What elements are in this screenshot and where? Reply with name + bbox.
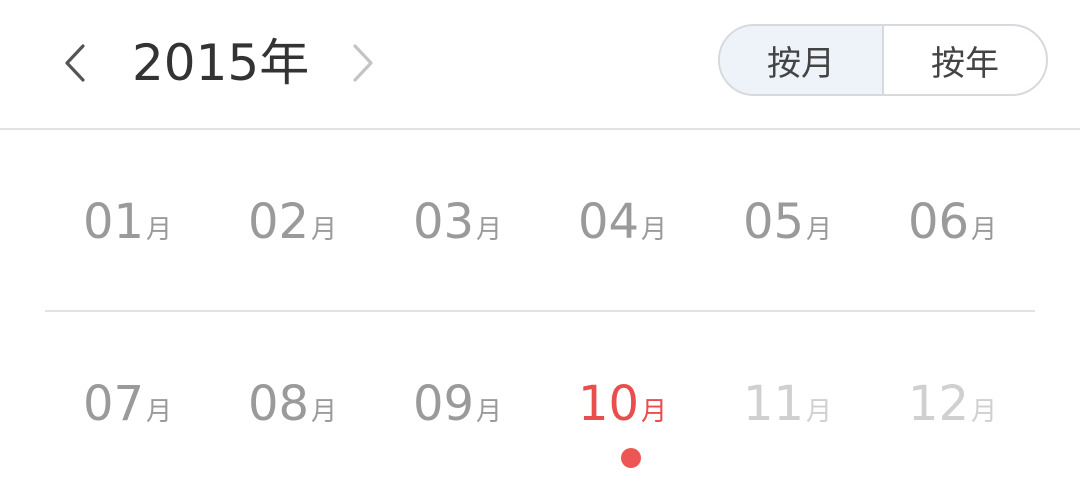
month-label: 09月 [375,376,540,432]
month-unit: 月 [971,397,998,427]
month-cell-11: 11月 [705,312,870,492]
month-row: 07月 08月 09月 10月 11月 12月 [45,312,1035,492]
month-number: 11 [742,376,805,432]
month-label: 01月 [45,194,210,250]
month-number: 09 [412,376,475,432]
row-divider [45,310,1035,312]
month-label: 10月 [540,376,705,432]
month-unit: 月 [971,215,998,245]
month-number: 02 [247,194,310,250]
calendar-header: 2015年 按月 按年 [0,0,1080,128]
month-unit: 月 [476,397,503,427]
selected-indicator-dot [620,448,641,468]
month-number: 06 [907,194,970,250]
month-number: 08 [247,376,310,432]
month-number: 10 [577,376,640,432]
month-cell-10[interactable]: 10月 [540,312,705,492]
chevron-right-icon [353,44,373,82]
month-cell-06[interactable]: 06月 [870,130,1035,310]
month-unit: 月 [806,397,833,427]
month-cell-05[interactable]: 05月 [705,130,870,310]
month-label: 08月 [210,376,375,432]
month-cell-09[interactable]: 09月 [375,312,540,492]
month-label: 02月 [210,194,375,250]
month-unit: 月 [641,215,668,245]
month-label: 06月 [870,194,1035,250]
month-cell-02[interactable]: 02月 [210,130,375,310]
view-mode-toggle: 按月 按年 [718,24,1048,96]
month-unit: 月 [146,397,173,427]
month-cell-08[interactable]: 08月 [210,312,375,492]
month-label: 05月 [705,194,870,250]
month-label: 11月 [705,376,870,432]
chevron-left-icon [65,44,85,82]
month-number: 12 [907,376,970,432]
month-label: 03月 [375,194,540,250]
month-unit: 月 [311,397,338,427]
month-unit: 月 [146,215,173,245]
month-cell-03[interactable]: 03月 [375,130,540,310]
month-label: 04月 [540,194,705,250]
month-unit: 月 [311,215,338,245]
next-year-button[interactable] [338,38,388,88]
month-number: 05 [742,194,805,250]
month-cell-04[interactable]: 04月 [540,130,705,310]
by-month-button[interactable]: 按月 [720,26,882,94]
month-cell-07[interactable]: 07月 [45,312,210,492]
month-unit: 月 [641,397,668,427]
month-cell-01[interactable]: 01月 [45,130,210,310]
month-unit: 月 [806,215,833,245]
month-label: 12月 [870,376,1035,432]
prev-year-button[interactable] [50,38,100,88]
month-row: 01月 02月 03月 04月 05月 06月 [45,130,1035,310]
month-unit: 月 [476,215,503,245]
month-number: 01 [82,194,145,250]
month-number: 04 [577,194,640,250]
month-cell-12: 12月 [870,312,1035,492]
by-year-button[interactable]: 按年 [884,26,1046,94]
year-title: 2015年 [132,34,310,92]
month-number: 03 [412,194,475,250]
month-label: 07月 [45,376,210,432]
month-number: 07 [82,376,145,432]
